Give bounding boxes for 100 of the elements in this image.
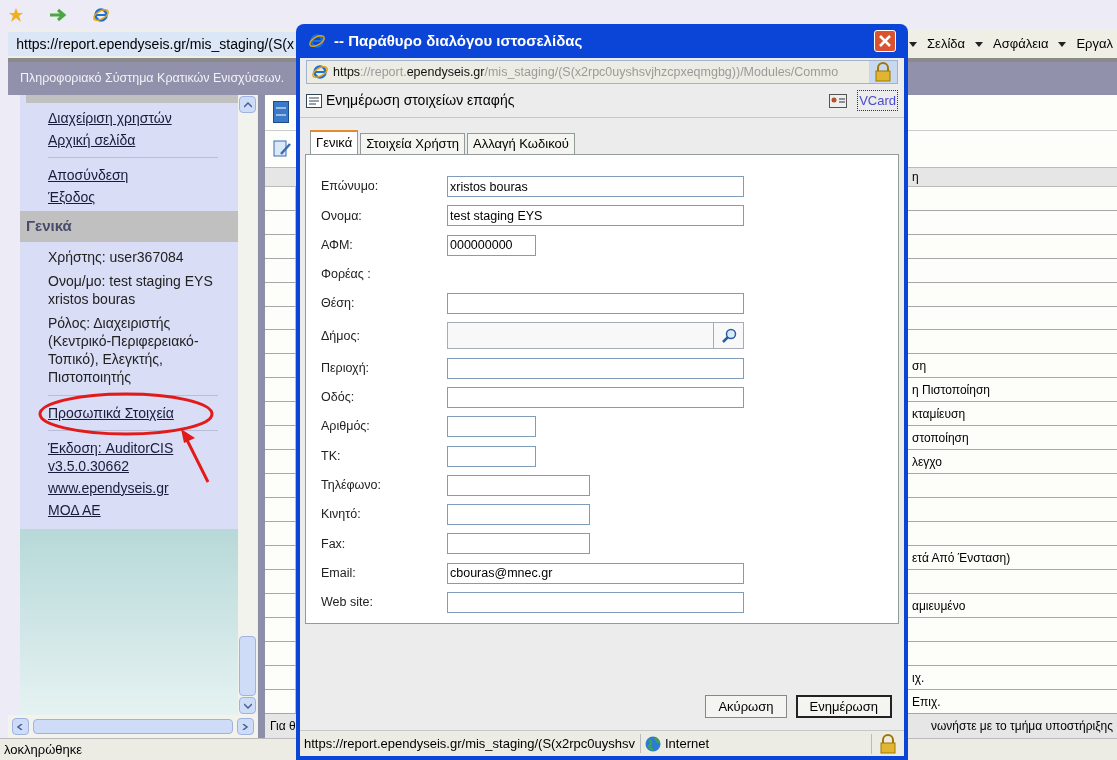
dialog-button[interactable]: Ενημέρωση [795,695,892,718]
lookup-field[interactable] [447,322,744,350]
table-cell-text: ση [912,358,927,376]
input-field[interactable] [447,357,744,379]
search-icon [720,328,737,344]
input-field[interactable] [447,293,744,315]
close-button[interactable] [874,30,896,52]
caret-icon [909,41,918,47]
sidebar-link[interactable]: www.ependyseis.gr [48,478,230,497]
input-field[interactable]: xristos bouras [447,176,744,198]
input-field[interactable]: cbouras@mnec.gr [447,562,744,584]
info-text: Ονομ/μο: test staging EYS xristos bouras [47,271,214,309]
dialog-heading: Ενημέρωση στοιχείων επαφής [326,91,515,110]
scroll-up-button[interactable] [239,96,256,113]
sidebar-link[interactable]: Αποσύνδεση [48,166,230,184]
tab[interactable]: Στοιχεία Χρήστη [360,133,465,154]
field-label: Fax: [321,535,347,553]
scroll-thumb[interactable] [239,636,256,696]
address-bar[interactable]: https://report.ependyseis.gr/mis_staging/(S(x [8,32,298,56]
input-field[interactable] [447,474,590,496]
lock-icon [875,62,891,82]
site-title: Πληροφοριακό Σύστημα Κρατικών Ενισχύσεων. [20,70,285,88]
sidebar-link[interactable]: ΜΟΔ ΑΕ [48,500,230,519]
field-label: Web site: [321,594,374,612]
scroll-thumb[interactable] [33,719,233,734]
sidebar-link[interactable]: Προσωπικά Στοιχεία [48,403,230,422]
info-text: Ρόλος: Διαχειριστής (Κεντρικό-Περιφερειακό-Τοπικό), Ελεγκτής, Πιστοποιητής [47,313,200,387]
close-icon [879,35,891,47]
input-field[interactable] [447,416,536,438]
caret-icon [975,41,984,47]
status-text: λοκληρώθηκε [3,740,83,759]
table-cell-text: η Πιστοποίηση [912,382,991,400]
contact-card-icon [829,93,848,108]
table-cell-text: Επιχ. [912,694,941,711]
field-label: Κινητό: [321,506,362,524]
page-icon [311,63,329,81]
footer-text: νωνήστε με το τμήμα υποστήριξης [930,717,1113,735]
chevron-icon [243,702,252,709]
globe-icon [645,735,661,752]
field-label: ΑΦΜ: [321,236,354,254]
field-label: Email: [321,564,357,582]
field-label: Τηλέφωνο: [321,476,383,494]
table-cell-text: ετά Από Ένσταση) [912,550,1011,568]
annotation-arrow [178,427,212,484]
caret-icon [1058,41,1067,47]
field-label: Επώνυμο: [321,178,380,196]
info-text: Χρήστης: user367084 [47,247,185,267]
tab[interactable]: Γενικά [310,130,359,154]
vertical-scrollbar[interactable] [238,95,257,715]
scroll-left-button[interactable] [12,718,29,735]
input-field[interactable] [447,386,744,408]
column-header: η [912,168,919,186]
input-field[interactable] [447,533,590,555]
input-field[interactable] [447,592,744,613]
field-label: Θέση: [321,295,356,313]
zone-text: Internet [665,734,710,753]
lock-icon [880,733,896,754]
table-cell-text: κταμίευση [912,406,966,424]
form-icon [306,93,322,108]
favorite-site-icon [92,6,110,24]
field-label: Περιοχή: [321,359,371,377]
toolbar-menu[interactable]: Σελίδα [927,34,966,54]
input-field[interactable]: test staging EYS [447,205,744,227]
address-part: ://report. [360,63,407,81]
sidebar-link[interactable]: Διαχείριση χρηστών [48,109,230,127]
table-cell-text: λεγχο [912,454,942,472]
sidebar-link[interactable]: Αρχική σελίδα [48,131,230,149]
browser-logo-icon [308,32,326,50]
address-part: /mis_staging/(S(x2rpc0uyshsvjhzcpxeqmgbg))/Modules/Commo [484,63,839,81]
address-text: https://report.ependyseis.gr/mis_staging/(S(x [16,34,294,54]
tab[interactable]: Αλλαγή Κωδικού [467,133,575,154]
toolbar-menu[interactable]: Εργαλ [1076,34,1113,54]
field-label: Ονομα: [321,207,363,225]
field-label: Φορέας : [321,266,372,284]
star-icon [8,7,24,23]
horizontal-scrollbar[interactable] [8,715,258,738]
input-field[interactable] [447,445,536,467]
toolbar-menu[interactable]: Ασφάλεια [993,34,1049,54]
input-field[interactable]: 000000000 [447,234,536,256]
scroll-right-button[interactable] [237,718,254,735]
field-label: Οδός: [321,389,356,407]
scroll-down-button[interactable] [239,697,256,714]
status-url: https://report.ependyseis.gr/mis_staging/(S(x2rpc0uyshsv [300,733,641,754]
window-title: -- Παράθυρο διαλόγου ιστοσελίδας [334,30,583,51]
chevron-icon [241,723,250,730]
footer-text: Για θ [269,717,296,735]
sidebar-link[interactable]: Έξοδος [48,188,230,206]
input-field[interactable] [447,504,590,526]
table-cell-text: ιχ. [912,670,925,687]
section-heading: Γενικά [20,211,238,242]
chevron-icon [16,723,25,730]
field-label: ΤΚ: [321,447,342,465]
chevron-icon [243,101,252,108]
table-cell-text: αμιευμένο [912,598,966,616]
dialog-button[interactable]: Ακύρωση [705,695,787,718]
vcard-link[interactable]: VCard [857,89,898,112]
address-part: https [333,63,361,81]
cabinet-icon [273,101,289,124]
table-cell-text: στοποίηση [912,430,969,448]
field-label: Αριθμός: [321,418,371,436]
